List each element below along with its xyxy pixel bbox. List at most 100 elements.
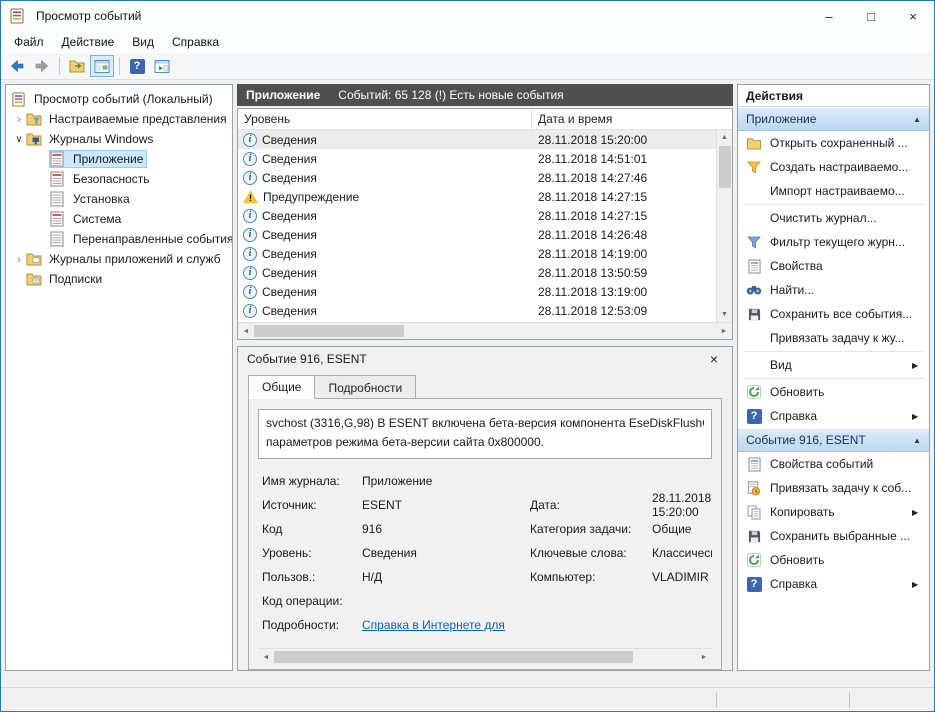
tree-windows-logs-label: Журналы Windows (46, 131, 156, 147)
actions-section-application[interactable]: Приложение ▲ (738, 107, 929, 131)
action-refresh[interactable]: Обновить (738, 380, 929, 404)
action-clear-log[interactable]: Очистить журнал... (738, 206, 929, 230)
menu-file[interactable]: Файл (5, 32, 53, 52)
tree-item-subscriptions[interactable]: Подписки (6, 269, 232, 289)
event-list-header: Уровень Дата и время (238, 109, 732, 130)
section-title: Событие 916, ESENT (746, 433, 913, 447)
forward-arrow-icon (34, 58, 50, 74)
action-find[interactable]: Найти... (738, 278, 929, 302)
event-row[interactable]: iСведения 28.11.2018 14:19:00 (238, 244, 732, 263)
actions-section-event[interactable]: Событие 916, ESENT ▲ (738, 428, 929, 452)
chevron-down-icon[interactable]: ∨ (12, 134, 26, 145)
event-description[interactable]: svchost (3316,G,98) В ESENT включена бет… (258, 409, 712, 459)
action-import-custom-view[interactable]: Импорт настраиваемо... (738, 179, 929, 203)
maximize-button[interactable]: □ (850, 1, 892, 31)
setup-log-icon (50, 191, 67, 207)
open-saved-log-button[interactable] (65, 55, 89, 77)
online-help-link[interactable]: Справка в Интернете для (362, 618, 505, 632)
action-attach-task-to-event[interactable]: Привязать задачу к соб... (738, 476, 929, 500)
close-button[interactable]: × (892, 1, 934, 31)
tree-item-application[interactable]: Приложение (6, 149, 232, 169)
chevron-right-icon[interactable]: › (12, 252, 26, 266)
tree-item-setup[interactable]: Установка (6, 189, 232, 209)
action-help-submenu[interactable]: ? Справка ▶ (738, 404, 929, 428)
show-console-tree-button[interactable] (90, 55, 114, 77)
action-attach-task-to-log[interactable]: Привязать задачу к жу... (738, 326, 929, 350)
help-icon: ? (130, 59, 145, 74)
menu-action[interactable]: Действие (53, 32, 124, 52)
column-level[interactable]: Уровень (238, 109, 532, 129)
tree-forwarded-label: Перенаправленные события (70, 231, 233, 247)
detail-horizontal-scrollbar[interactable]: ◄ ► (258, 648, 712, 665)
action-properties[interactable]: Свойства (738, 254, 929, 278)
window-title: Просмотр событий (36, 9, 808, 23)
collapse-icon[interactable]: ▲ (913, 436, 921, 445)
tree-item-custom-views[interactable]: › Настраиваемые представления (6, 109, 232, 129)
vertical-scroll-thumb[interactable] (719, 146, 731, 188)
horizontal-scroll-thumb[interactable] (254, 325, 404, 337)
tab-general[interactable]: Общие (248, 375, 315, 399)
action-event-properties[interactable]: Свойства событий (738, 452, 929, 476)
tree-item-root[interactable]: Просмотр событий (Локальный) (6, 89, 232, 109)
action-copy-submenu[interactable]: Копировать ▶ (738, 500, 929, 524)
event-row[interactable]: iСведения 28.11.2018 14:51:01 (238, 149, 732, 168)
tree-apps-services-label: Журналы приложений и служб (46, 251, 224, 267)
event-list-horizontal-scrollbar[interactable]: ◄ ► (238, 322, 732, 339)
column-datetime[interactable]: Дата и время (532, 109, 618, 129)
actions-separator (743, 204, 924, 205)
menu-help[interactable]: Справка (163, 32, 228, 52)
action-open-saved-log[interactable]: Открыть сохраненный ... (738, 131, 929, 155)
close-icon[interactable]: × (705, 351, 723, 367)
chevron-right-icon[interactable]: › (12, 112, 26, 126)
action-save-all-events[interactable]: Сохранить все события... (738, 302, 929, 326)
tree-item-security[interactable]: Безопасность (6, 169, 232, 189)
tree-item-forwarded-events[interactable]: Перенаправленные события (6, 229, 232, 249)
horizontal-scroll-thumb[interactable] (274, 651, 633, 663)
event-list-vertical-scrollbar[interactable]: ▲ ▼ (716, 130, 732, 322)
scroll-left-icon[interactable]: ◄ (238, 328, 254, 335)
field-user-value: Н/Д (362, 570, 530, 584)
action-help-event-submenu[interactable]: ? Справка ▶ (738, 572, 929, 596)
action-create-custom-view[interactable]: Создать настраиваемо... (738, 155, 929, 179)
event-datetime: 28.11.2018 13:50:59 (532, 266, 647, 280)
event-row[interactable]: iСведения 28.11.2018 14:27:15 (238, 206, 732, 225)
forward-button[interactable] (30, 55, 54, 77)
status-separator (849, 692, 850, 708)
menu-view[interactable]: Вид (123, 32, 163, 52)
find-binoculars-icon (745, 282, 763, 298)
tree-item-windows-logs[interactable]: ∨ Журналы Windows (6, 129, 232, 149)
application-log-icon (50, 151, 67, 167)
action-save-selected-events[interactable]: Сохранить выбранные ... (738, 524, 929, 548)
action-refresh-event[interactable]: Обновить (738, 548, 929, 572)
back-button[interactable] (5, 55, 29, 77)
minimize-button[interactable]: – (808, 1, 850, 31)
event-row[interactable]: iСведения 28.11.2018 13:19:00 (238, 282, 732, 301)
action-label: Привязать задачу к жу... (770, 331, 929, 345)
event-row[interactable]: iСведения 28.11.2018 13:50:59 (238, 263, 732, 282)
show-action-pane-button[interactable] (150, 55, 174, 77)
tree-item-system[interactable]: Система (6, 209, 232, 229)
scroll-up-icon[interactable]: ▲ (717, 130, 732, 145)
field-category-value: Общие (652, 522, 712, 536)
scroll-left-icon[interactable]: ◄ (258, 654, 274, 661)
event-row[interactable]: iСведения 28.11.2018 14:26:48 (238, 225, 732, 244)
tab-details[interactable]: Подробности (315, 375, 416, 399)
scroll-right-icon[interactable]: ► (716, 328, 732, 335)
event-row[interactable]: iСведения 28.11.2018 14:27:46 (238, 168, 732, 187)
action-view-submenu[interactable]: Вид ▶ (738, 353, 929, 377)
actions-pane: Действия Приложение ▲ Открыть сохраненны… (737, 84, 930, 671)
tree-item-apps-services-logs[interactable]: › Журналы приложений и служб (6, 249, 232, 269)
no-icon (745, 357, 763, 373)
collapse-icon[interactable]: ▲ (913, 115, 921, 124)
action-label: Создать настраиваемо... (770, 160, 929, 174)
scroll-down-icon[interactable]: ▼ (717, 307, 732, 322)
scroll-right-icon[interactable]: ► (696, 654, 712, 661)
action-filter-current-log[interactable]: Фильтр текущего журн... (738, 230, 929, 254)
event-row[interactable]: iСведения 28.11.2018 15:20:00 (238, 130, 732, 149)
tree-subscriptions-label: Подписки (46, 271, 105, 287)
help-glyph: ? (747, 409, 762, 424)
action-pane-icon (154, 59, 170, 74)
help-button[interactable]: ? (125, 55, 149, 77)
event-row[interactable]: iСведения 28.11.2018 12:53:09 (238, 301, 732, 320)
event-row[interactable]: !Предупреждение 28.11.2018 14:27:15 (238, 187, 732, 206)
